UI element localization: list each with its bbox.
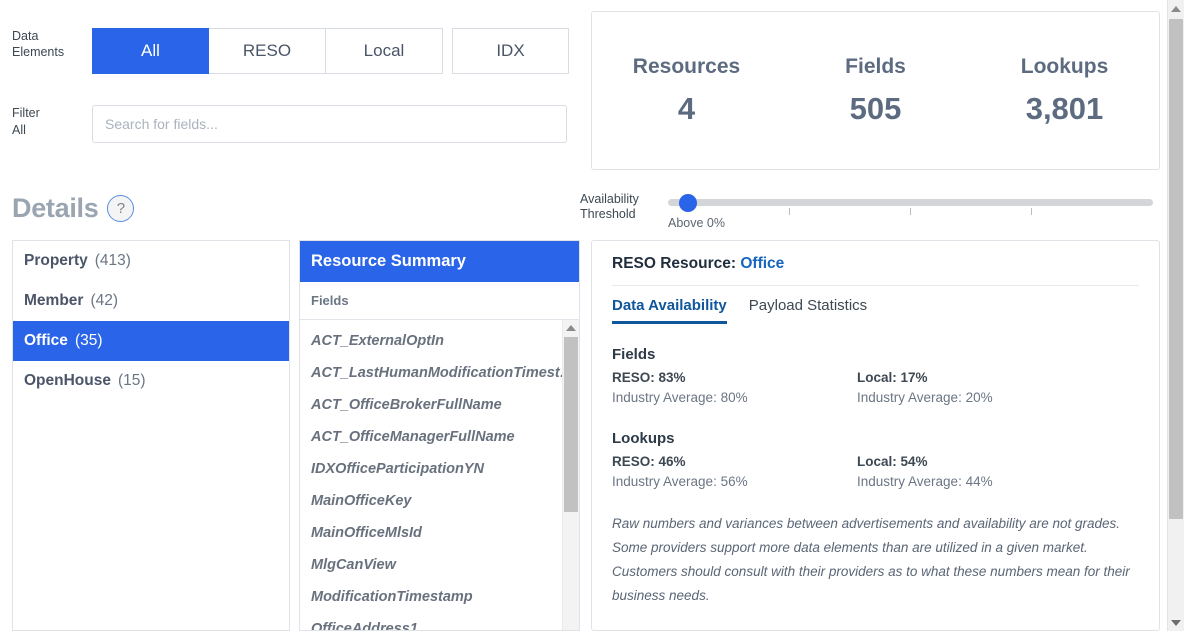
- resource-detail-card: RESO Resource: Office Data Availability …: [591, 240, 1160, 631]
- metric-grid: RESO: 83% Industry Average: 80% Local: 1…: [612, 368, 1139, 408]
- availability-threshold-label-line2: Threshold: [580, 207, 636, 221]
- field-list-item[interactable]: MainOfficeKey: [300, 485, 579, 517]
- slider-tick: [789, 208, 790, 215]
- slider-value-caption: Above 0%: [668, 216, 725, 230]
- segment-button-local[interactable]: Local: [326, 28, 443, 74]
- stat-value: 505: [849, 90, 902, 126]
- disclaimer-text: Raw numbers and variances between advert…: [612, 516, 1130, 603]
- field-list-item[interactable]: MainOfficeMlsId: [300, 517, 579, 549]
- metric-industry-average: Industry Average: 44%: [857, 474, 993, 489]
- tab-payload-statistics[interactable]: Payload Statistics: [749, 297, 867, 324]
- metric-column-local: Local: 54% Industry Average: 44%: [857, 452, 1102, 492]
- metric-column-reso: RESO: 46% Industry Average: 56%: [612, 452, 857, 492]
- filter-label: Filter All: [0, 105, 92, 139]
- resource-list-item-member[interactable]: Member (42): [13, 281, 289, 321]
- field-list-item[interactable]: MlgCanView: [300, 549, 579, 581]
- detail-card-title: RESO Resource: Office: [612, 255, 1139, 286]
- stat-label: Fields: [845, 54, 906, 78]
- availability-threshold-label: Availability Threshold: [580, 186, 668, 222]
- scroll-up-arrow-icon[interactable]: [1168, 0, 1184, 17]
- section-title: Lookups: [612, 430, 675, 447]
- metric-industry-average: Industry Average: 56%: [612, 474, 748, 489]
- field-list-item[interactable]: ACT_OfficeBrokerFullName: [300, 389, 579, 421]
- fields-scroll-area: ACT_ExternalOptIn ACT_LastHumanModificat…: [300, 320, 579, 630]
- section-lookups: Lookups RESO: 46% Industry Average: 56% …: [612, 430, 1139, 492]
- fields-list: ACT_ExternalOptIn ACT_LastHumanModificat…: [300, 320, 579, 630]
- availability-threshold-control: Availability Threshold Above 0%: [580, 186, 1153, 230]
- details-heading: Details ?: [12, 193, 135, 224]
- page-scrollbar-thumb[interactable]: [1169, 19, 1183, 519]
- segment-button-idx[interactable]: IDX: [452, 28, 569, 74]
- data-elements-label-line2: Elements: [12, 45, 65, 59]
- summary-stats-card: Resources 4 Fields 505 Lookups 3,801: [591, 11, 1160, 170]
- resource-count: (42): [90, 292, 119, 309]
- resource-name: Office: [24, 332, 68, 349]
- metric-value: RESO: 46%: [612, 454, 686, 469]
- section-fields: Fields RESO: 83% Industry Average: 80% L…: [612, 346, 1139, 408]
- slider-tick: [910, 208, 911, 215]
- resource-list-item-openhouse[interactable]: OpenHouse (15): [13, 361, 289, 401]
- resource-list-item-office[interactable]: Office (35): [13, 321, 289, 361]
- app-root: Data Elements All RESO Local IDX Filter …: [0, 0, 1167, 631]
- detail-title-prefix: RESO Resource:: [612, 255, 737, 272]
- metric-industry-average: Industry Average: 80%: [612, 390, 748, 405]
- resource-name: Member: [24, 292, 84, 309]
- data-elements-control: Data Elements All RESO Local IDX: [0, 28, 569, 74]
- metric-grid: RESO: 46% Industry Average: 56% Local: 5…: [612, 452, 1139, 492]
- slider-thumb[interactable]: [679, 194, 697, 212]
- stat-fields: Fields 505: [781, 55, 970, 127]
- fields-column-header: Fields: [300, 282, 579, 320]
- resource-summary-panel: Resource Summary Fields ACT_ExternalOptI…: [299, 240, 580, 631]
- stat-label: Resources: [632, 54, 741, 78]
- detail-resource-name: Office: [740, 255, 785, 272]
- field-list-item[interactable]: IDXOfficeParticipationYN: [300, 453, 579, 485]
- field-list-item[interactable]: OfficeAddress1: [300, 613, 579, 630]
- page-scrollbar[interactable]: [1167, 0, 1184, 631]
- segment-button-all[interactable]: All: [92, 28, 209, 74]
- slider-tick: [1031, 208, 1032, 215]
- resource-count: (35): [74, 332, 103, 349]
- stat-value: 4: [677, 90, 696, 126]
- fields-list-scrollbar[interactable]: [562, 320, 579, 630]
- metric-industry-average: Industry Average: 20%: [857, 390, 993, 405]
- metric-column-reso: RESO: 83% Industry Average: 80%: [612, 368, 857, 408]
- section-title: Fields: [612, 346, 656, 363]
- search-input[interactable]: [92, 105, 567, 143]
- metric-value: Local: 54%: [857, 454, 928, 469]
- stat-resources: Resources 4: [592, 55, 781, 127]
- filter-control: Filter All: [0, 105, 567, 143]
- resource-name: OpenHouse: [24, 372, 111, 389]
- data-elements-label-line1: Data: [12, 29, 39, 43]
- scrollbar-thumb[interactable]: [564, 337, 578, 512]
- filter-label-line2: All: [12, 123, 26, 137]
- stat-lookups: Lookups 3,801: [970, 55, 1159, 127]
- stat-label: Lookups: [1020, 54, 1109, 78]
- detail-tabs: Data Availability Payload Statistics: [612, 297, 1139, 324]
- resource-list-item-property[interactable]: Property (413): [13, 241, 289, 281]
- field-list-item[interactable]: ModificationTimestamp: [300, 581, 579, 613]
- data-elements-label: Data Elements: [0, 28, 92, 60]
- tab-data-availability[interactable]: Data Availability: [612, 297, 727, 324]
- resource-summary-title: Resource Summary: [300, 241, 579, 282]
- scroll-down-arrow-icon[interactable]: [1168, 614, 1184, 631]
- segment-group: All RESO Local IDX: [92, 28, 569, 74]
- resource-count: (15): [117, 372, 146, 389]
- stat-value: 3,801: [1025, 90, 1104, 126]
- question-mark-icon[interactable]: ?: [107, 195, 135, 222]
- scroll-up-arrow-icon[interactable]: [563, 320, 579, 335]
- resource-name: Property: [24, 252, 88, 269]
- slider-track[interactable]: [668, 199, 1153, 206]
- metric-column-local: Local: 17% Industry Average: 20%: [857, 368, 1102, 408]
- filter-label-line1: Filter: [12, 106, 40, 120]
- resource-count: (413): [94, 252, 131, 269]
- resource-list-panel: Property (413) Member (42) Office (35) O…: [12, 240, 290, 631]
- field-list-item[interactable]: ACT_OfficeManagerFullName: [300, 421, 579, 453]
- field-list-item[interactable]: ACT_LastHumanModificationTimest…: [300, 357, 579, 389]
- metric-value: Local: 17%: [857, 370, 928, 385]
- availability-threshold-label-line1: Availability: [580, 192, 639, 206]
- metric-value: RESO: 83%: [612, 370, 686, 385]
- segment-button-reso[interactable]: RESO: [209, 28, 326, 74]
- page-title: Details: [12, 193, 99, 223]
- field-list-item[interactable]: ACT_ExternalOptIn: [300, 325, 579, 357]
